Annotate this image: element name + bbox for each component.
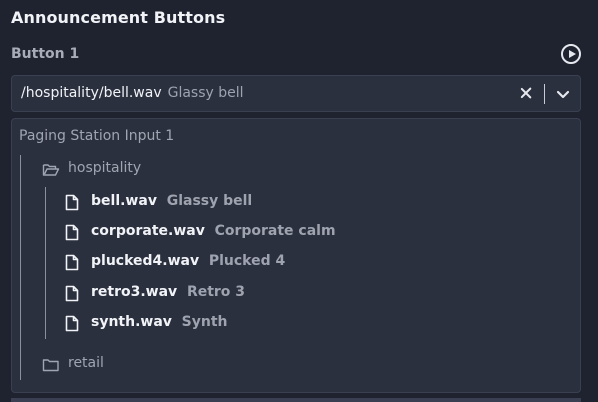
file-name: retro3.wav xyxy=(91,284,178,300)
next-field-edge xyxy=(11,398,581,402)
sound-select[interactable]: /hospitality/bell.wav Glassy bell xyxy=(11,75,581,112)
folder-icon xyxy=(42,359,59,372)
folder-label: hospitality xyxy=(68,160,142,176)
button-label: Button 1 xyxy=(11,46,80,62)
group-label: Paging Station Input 1 xyxy=(19,128,175,144)
file-desc: Synth xyxy=(181,314,228,330)
clear-icon[interactable] xyxy=(517,84,535,102)
file-icon xyxy=(65,285,79,302)
select-value: /hospitality/bell.wav Glassy bell xyxy=(21,85,244,101)
selected-desc: Glassy bell xyxy=(167,85,244,101)
play-circle-icon[interactable] xyxy=(561,44,581,64)
chevron-down-icon[interactable] xyxy=(553,84,573,104)
sound-dropdown-menu: Paging Station Input 1 hospitality bell.… xyxy=(11,118,581,393)
file-name: bell.wav xyxy=(91,193,157,209)
file-name: plucked4.wav xyxy=(91,253,200,269)
file-name: corporate.wav xyxy=(91,223,205,239)
file-desc: Glassy bell xyxy=(166,193,253,209)
file-icon xyxy=(65,224,79,241)
file-name: synth.wav xyxy=(91,314,172,330)
page-title: Announcement Buttons xyxy=(11,8,226,27)
file-icon xyxy=(65,254,79,271)
file-icon xyxy=(65,194,79,211)
select-separator xyxy=(544,84,545,104)
button-row: Button 1 xyxy=(11,44,583,68)
selected-path: /hospitality/bell.wav xyxy=(21,85,162,101)
file-desc: Retro 3 xyxy=(186,284,246,300)
tree-line xyxy=(20,155,21,380)
announcement-buttons-panel: Announcement Buttons Button 1 /hospitali… xyxy=(0,0,598,402)
folder-open-icon xyxy=(42,164,60,176)
tree-line-inner xyxy=(45,187,46,339)
file-desc: Plucked 4 xyxy=(208,253,286,269)
file-icon xyxy=(65,315,79,332)
folder-label: retail xyxy=(68,355,104,371)
file-desc: Corporate calm xyxy=(214,223,336,239)
